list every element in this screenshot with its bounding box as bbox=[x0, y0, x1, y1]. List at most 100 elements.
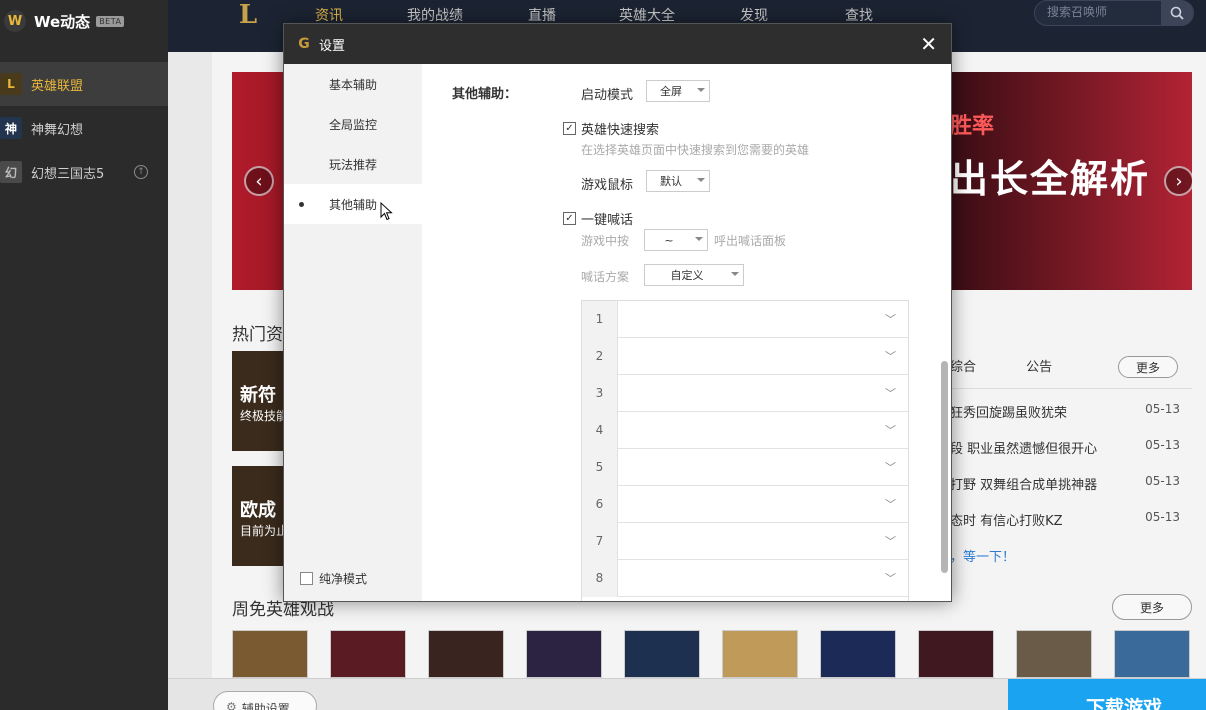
mouse-label: 游戏鼠标 bbox=[581, 178, 634, 193]
phrase-number: 7 bbox=[582, 522, 618, 560]
call-panel-label: 呼出喊话面板 bbox=[714, 234, 787, 248]
chevron-down-icon: ﹀ bbox=[885, 460, 896, 474]
news-item[interactable]: 狂秀回旋踢虽败犹荣 05-13 bbox=[950, 402, 1194, 421]
hero-thumb[interactable] bbox=[624, 630, 700, 678]
nav-my-record[interactable]: 我的战绩 bbox=[407, 5, 463, 25]
chevron-down-icon bbox=[731, 272, 739, 276]
chevron-down-icon: ﹀ bbox=[885, 497, 896, 511]
phrase-row[interactable]: 2 ﹀ bbox=[582, 337, 908, 375]
nav-news[interactable]: 资讯 bbox=[315, 5, 343, 25]
tab-general[interactable]: 综合 bbox=[950, 360, 976, 375]
quick-search-label: 英雄快速搜索 bbox=[581, 123, 660, 138]
app-logo-icon: G bbox=[298, 36, 310, 52]
news-loading-text[interactable]: ，等一下！ bbox=[950, 546, 1015, 565]
dialog-header: G 设置 ✕ bbox=[284, 24, 951, 64]
download-game-button[interactable]: 下载游戏 bbox=[1008, 679, 1206, 710]
hero-thumb[interactable] bbox=[232, 630, 308, 678]
news-item[interactable]: 态时 有信心打败KZ 05-13 bbox=[950, 510, 1194, 529]
tab-announcement[interactable]: 公告 bbox=[1026, 360, 1052, 375]
phrase-select[interactable]: ﹀ bbox=[618, 338, 908, 375]
phrase-select[interactable]: ﹀ bbox=[618, 560, 908, 597]
phrase-select[interactable]: ﹀ bbox=[618, 449, 908, 486]
hero-thumb[interactable] bbox=[1114, 630, 1190, 678]
banner-next-button[interactable]: › bbox=[1164, 166, 1192, 196]
phrase-row[interactable]: 7 ﹀ bbox=[582, 522, 908, 560]
active-dot-icon bbox=[299, 201, 304, 207]
hotkey-select[interactable]: ~ bbox=[644, 229, 708, 251]
launch-mode-label: 启动模式 bbox=[581, 88, 634, 103]
tab-basic-assist[interactable]: 基本辅助 bbox=[284, 64, 422, 104]
free-heroes-more-button[interactable]: 更多 bbox=[1112, 594, 1192, 620]
quick-search-checkbox[interactable]: ✓ 英雄快速搜索 bbox=[563, 119, 659, 138]
hero-thumb[interactable] bbox=[526, 630, 602, 678]
hero-thumb[interactable] bbox=[1016, 630, 1092, 678]
search-input[interactable] bbox=[1047, 5, 1147, 19]
close-icon[interactable]: ✕ bbox=[920, 32, 937, 56]
hero-thumb[interactable] bbox=[428, 630, 504, 678]
beta-badge: BETA bbox=[96, 15, 125, 27]
phrase-row[interactable]: 5 ﹀ bbox=[582, 448, 908, 486]
tab-gameplay-recommend[interactable]: 玩法推荐 bbox=[284, 144, 422, 184]
nav-live[interactable]: 直播 bbox=[528, 5, 556, 25]
lol-game-icon: L bbox=[0, 73, 22, 95]
tab-label: 基本辅助 bbox=[328, 77, 377, 92]
phrase-number: 6 bbox=[582, 485, 618, 523]
settings-dialog: G 设置 ✕ 基本辅助 全局监控 玩法推荐 其他辅助 纯净模式 其他辅助： 启动… bbox=[283, 23, 952, 602]
phrase-select[interactable]: ﹀ bbox=[618, 486, 908, 523]
hero-thumb[interactable] bbox=[918, 630, 994, 678]
sidebar-item-label: 英雄联盟 bbox=[31, 78, 84, 94]
news-more-button[interactable]: 更多 bbox=[1118, 356, 1178, 378]
scheme-select[interactable]: 自定义 bbox=[644, 264, 744, 286]
phrase-row[interactable]: 1 ﹀ bbox=[582, 301, 908, 338]
summoner-search bbox=[1034, 0, 1194, 26]
phrase-row[interactable]: 6 ﹀ bbox=[582, 485, 908, 523]
tab-global-monitor[interactable]: 全局监控 bbox=[284, 104, 422, 144]
brand: W We动态 BETA bbox=[0, 0, 168, 42]
launch-mode-select[interactable]: 全屏 bbox=[646, 80, 710, 102]
phrase-number: 5 bbox=[582, 448, 618, 486]
hero-thumb[interactable] bbox=[330, 630, 406, 678]
phrase-select[interactable]: ﹀ bbox=[618, 523, 908, 560]
sidebar-item-sanguo5[interactable]: 幻 幻想三国志5 ↑ bbox=[0, 150, 168, 194]
nav-search[interactable]: 查找 bbox=[845, 5, 873, 25]
pure-mode-checkbox[interactable]: 纯净模式 bbox=[300, 570, 367, 587]
phrase-select[interactable]: ﹀ bbox=[618, 301, 908, 338]
scrollbar-thumb[interactable] bbox=[941, 361, 948, 573]
banner-subtitle: 胜率 bbox=[950, 114, 995, 139]
news-item[interactable]: 段 职业虽然遗憾但很开心 05-13 bbox=[950, 438, 1194, 457]
phrase-row[interactable]: 4 ﹀ bbox=[582, 411, 908, 449]
assist-settings-label: 辅助设置 bbox=[241, 702, 290, 710]
tab-other-assist[interactable]: 其他辅助 bbox=[284, 184, 422, 224]
gear-icon: ⚙ bbox=[226, 700, 237, 710]
mouse-select[interactable]: 默认 bbox=[646, 170, 710, 192]
news-item-title: 段 职业虽然遗憾但很开心 bbox=[950, 442, 1098, 457]
news-item-title: 打野 双舞组合成单挑神器 bbox=[950, 478, 1098, 493]
shout-checkbox[interactable]: ✓ 一键喊话 bbox=[563, 209, 633, 228]
chevron-down-icon: ﹀ bbox=[885, 386, 896, 400]
chevron-down-icon: ﹀ bbox=[885, 312, 896, 326]
sidebar-item-label: 幻想三国志5 bbox=[31, 166, 105, 182]
checkmark-icon: ✓ bbox=[563, 122, 576, 135]
search-button[interactable] bbox=[1161, 1, 1193, 25]
hero-thumb[interactable] bbox=[722, 630, 798, 678]
phrase-select[interactable]: ﹀ bbox=[618, 412, 908, 449]
banner-prev-button[interactable]: ‹ bbox=[244, 166, 274, 196]
update-arrow-icon[interactable]: ↑ bbox=[134, 165, 148, 179]
tab-label: 玩法推荐 bbox=[328, 157, 377, 172]
phrase-row[interactable]: 3 ﹀ bbox=[582, 374, 908, 412]
phrase-number: 4 bbox=[582, 411, 618, 449]
section-label: 其他辅助： bbox=[452, 87, 518, 102]
sidebar-item-label: 神舞幻想 bbox=[31, 122, 84, 138]
tab-label: 其他辅助 bbox=[328, 197, 377, 212]
nav-heroes[interactable]: 英雄大全 bbox=[619, 5, 675, 25]
assist-settings-button[interactable]: ⚙ 辅助设置 bbox=[213, 691, 317, 710]
phrase-select[interactable]: ﹀ bbox=[618, 375, 908, 412]
lol-logo-icon: L bbox=[238, 0, 258, 30]
phrase-row[interactable]: 8 ﹀ bbox=[582, 559, 908, 597]
sidebar-item-shenwu[interactable]: 神 神舞幻想 bbox=[0, 106, 168, 150]
news-item[interactable]: 打野 双舞组合成单挑神器 05-13 bbox=[950, 474, 1194, 493]
hero-thumb[interactable] bbox=[820, 630, 896, 678]
phrase-number: 8 bbox=[582, 559, 618, 597]
nav-discover[interactable]: 发现 bbox=[740, 5, 768, 25]
sidebar-item-lol[interactable]: L 英雄联盟 bbox=[0, 62, 168, 106]
